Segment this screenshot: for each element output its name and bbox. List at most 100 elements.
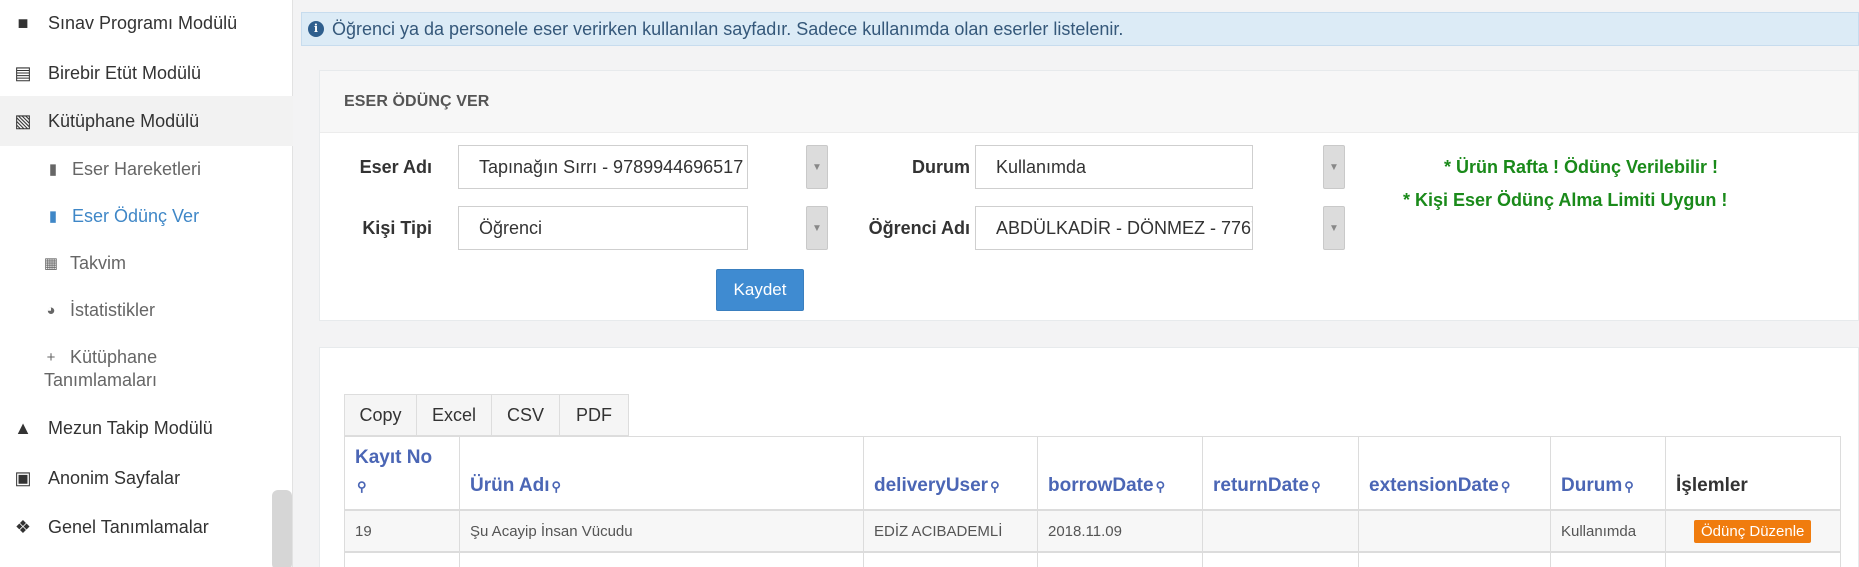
chevron-down-icon: ▼ xyxy=(1329,222,1339,234)
header-borrow-date[interactable]: borrowDate ⚲ xyxy=(1037,436,1203,510)
durum-value: Kullanımda xyxy=(996,156,1087,177)
durum-dropdown-arrow[interactable]: ▼ xyxy=(1323,145,1345,189)
sidebar-item-label: Genel Tanımlamalar xyxy=(48,516,209,537)
chevron-down-icon: ▼ xyxy=(1329,161,1339,173)
header-urun-adi[interactable]: Ürün Adı ⚲ xyxy=(459,436,864,510)
table-row-next xyxy=(344,552,460,567)
kisi-tipi-label: Kişi Tipi xyxy=(362,218,432,238)
table-row-next xyxy=(1202,552,1359,567)
plus-icon: + xyxy=(46,348,56,366)
header-return-date[interactable]: returnDate ⚲ xyxy=(1202,436,1359,510)
search-icon: ⚲ xyxy=(1624,479,1634,494)
ogrenci-adi-select[interactable]: ABDÜLKADİR - DÖNMEZ - 7767DA76... xyxy=(975,206,1253,250)
search-icon: ⚲ xyxy=(357,479,367,494)
sidebar-item-label: Sınav Programı Modülü xyxy=(48,12,238,33)
header-label: Durum xyxy=(1561,475,1623,496)
availability-note: * Ürün Rafta ! Ödünç Verilebilir ! xyxy=(1444,157,1719,177)
sidebar-item-label: Mezun Takip Modülü xyxy=(48,417,213,438)
calendar-icon: ▦ xyxy=(43,255,59,272)
sidebar-item-kutuphane[interactable]: ▧ Kütüphane Modülü xyxy=(0,96,293,146)
header-label: extensionDate xyxy=(1369,475,1499,496)
info-alert: i Öğrenci ya da personele eser verirken … xyxy=(301,12,1859,46)
book-icon: ▧ xyxy=(14,110,32,131)
ogrenci-adi-dropdown-arrow[interactable]: ▼ xyxy=(1323,206,1345,250)
sidebar-item-genel-tanimlamalar[interactable]: ❖ Genel Tanımlamalar xyxy=(0,512,293,542)
cell-islemler: Ödünç Düzenle xyxy=(1665,510,1841,552)
sidebar-item-eser-hareketleri[interactable]: ▮ Eser Hareketleri xyxy=(0,154,293,184)
sidebar-scrollbar[interactable] xyxy=(272,490,292,567)
pdf-button[interactable]: PDF xyxy=(559,394,629,436)
cell-borrow-date: 2018.11.09 xyxy=(1037,510,1203,552)
cell-return-date xyxy=(1202,510,1359,552)
sidebar-item-takvim[interactable]: ▦ Takvim xyxy=(0,248,293,278)
panel-title: ESER ÖDÜNÇ VER xyxy=(344,93,490,110)
eser-adi-dropdown-arrow[interactable]: ▼ xyxy=(806,145,828,189)
search-icon: ⚲ xyxy=(1155,479,1166,494)
panel-header: ESER ÖDÜNÇ VER xyxy=(320,71,1858,133)
csv-button[interactable]: CSV xyxy=(491,394,560,436)
durum-select[interactable]: Kullanımda xyxy=(975,145,1253,189)
header-durum[interactable]: Durum ⚲ xyxy=(1550,436,1666,510)
header-label: Kayıt No xyxy=(355,447,433,468)
header-label: deliveryUser xyxy=(874,475,989,496)
sidebar-item-anonim-sayfalar[interactable]: ▣ Anonim Sayfalar xyxy=(0,463,293,493)
sidebar-item-birebir-etut[interactable]: ▤ Birebir Etüt Modülü xyxy=(0,58,293,88)
header-extension-date[interactable]: extensionDate ⚲ xyxy=(1358,436,1551,510)
cell-extension-date xyxy=(1358,510,1551,552)
table-row-next xyxy=(1358,552,1551,567)
sidebar-item-mezun-takip[interactable]: ▲ Mezun Takip Modülü xyxy=(0,413,293,443)
sidebar-item-kutuphane-tanimlamalari[interactable]: + Kütüphane Tanımlamaları xyxy=(0,344,293,398)
edit-loan-button[interactable]: Ödünç Düzenle xyxy=(1694,519,1812,543)
cell-delivery-user: EDİZ ACIBADEMLİ xyxy=(863,510,1038,552)
kisi-tipi-value: Öğrenci xyxy=(479,217,543,238)
cell-kayit-no: 19 xyxy=(344,510,460,552)
cell-urun-adi: Şu Acayip İnsan Vücudu xyxy=(459,510,864,552)
table-row-next xyxy=(1665,552,1841,567)
eser-adi-select[interactable]: Tapınağın Sırrı - 9789944696517 xyxy=(458,145,748,189)
copy-button[interactable]: Copy xyxy=(344,394,417,436)
cell-durum: Kullanımda xyxy=(1550,510,1666,552)
loans-table-panel: Copy Excel CSV PDF Kayıt No ⚲ Ürün Adı ⚲ … xyxy=(319,347,1859,567)
durum-label: Durum xyxy=(912,157,970,177)
kisi-tipi-dropdown-arrow[interactable]: ▼ xyxy=(806,206,828,250)
table-row-next xyxy=(459,552,864,567)
window-icon: ▤ xyxy=(14,62,32,83)
bookmark-icon: ▮ xyxy=(48,208,58,225)
ogrenci-adi-label: Öğrenci Adı xyxy=(868,218,970,238)
puzzle-icon: ❖ xyxy=(14,516,32,537)
excel-button[interactable]: Excel xyxy=(416,394,492,436)
header-delivery-user[interactable]: deliveryUser ⚲ xyxy=(863,436,1038,510)
save-button[interactable]: Kaydet xyxy=(716,269,804,311)
bookmark-icon: ▮ xyxy=(48,161,58,178)
chevron-down-icon: ▼ xyxy=(812,222,822,234)
kisi-tipi-select[interactable]: Öğrenci xyxy=(458,206,748,250)
header-label: İşlemler xyxy=(1676,475,1748,496)
info-text: Öğrenci ya da personele eser verirken ku… xyxy=(332,18,1124,39)
header-kayit-no[interactable]: Kayıt No ⚲ xyxy=(344,436,460,510)
sidebar-item-label: Kütüphane xyxy=(70,346,158,367)
sidebar: ■ Sınav Programı Modülü ▤ Birebir Etüt M… xyxy=(0,0,293,567)
sidebar-item-eser-odunc-ver[interactable]: ▮ Eser Ödünç Ver xyxy=(0,201,293,231)
sidebar-item-label-line2: Tanımlamaları xyxy=(44,370,158,390)
sidebar-item-istatistikler[interactable]: ◕ İstatistikler xyxy=(0,295,293,325)
sidebar-item-label: Kütüphane Modülü xyxy=(48,110,200,131)
expand-icon: ▣ xyxy=(14,467,32,488)
ogrenci-adi-value: ABDÜLKADİR - DÖNMEZ - 7767DA76... xyxy=(996,217,1252,238)
graduation-cap-icon: ▲ xyxy=(14,417,32,438)
borrow-form-panel: ESER ÖDÜNÇ VER Eser Adı Tapınağın Sırrı … xyxy=(319,70,1859,321)
info-icon: i xyxy=(308,21,324,37)
sidebar-item-label: Eser Ödünç Ver xyxy=(72,205,200,226)
sidebar-item-label: Eser Hareketleri xyxy=(72,158,202,179)
sidebar-item-label: Takvim xyxy=(70,252,127,273)
eser-adi-value: Tapınağın Sırrı - 9789944696517 xyxy=(479,156,744,177)
pie-icon: ◕ xyxy=(46,301,56,319)
sidebar-item-label: İstatistikler xyxy=(70,299,156,320)
sidebar-item-label: Anonim Sayfalar xyxy=(48,467,181,488)
header-label: returnDate xyxy=(1213,475,1310,496)
header-label: borrowDate xyxy=(1048,475,1154,496)
chevron-down-icon: ▼ xyxy=(812,161,822,173)
sidebar-item-sinav-programi[interactable]: ■ Sınav Programı Modülü xyxy=(0,8,293,38)
search-icon: ⚲ xyxy=(1311,479,1321,494)
search-icon: ⚲ xyxy=(990,479,1000,494)
header-islemler: İşlemler xyxy=(1665,436,1841,510)
